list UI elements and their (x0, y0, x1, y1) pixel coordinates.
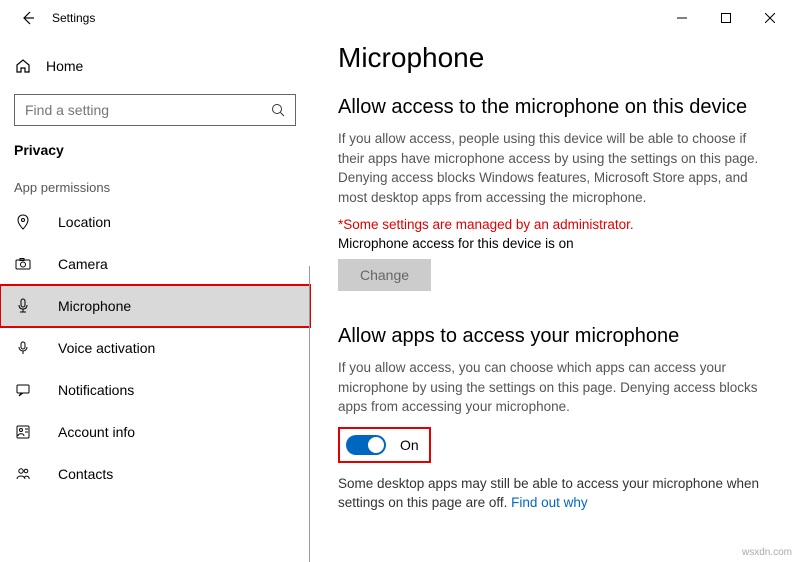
minimize-button[interactable] (660, 3, 704, 33)
maximize-button[interactable] (704, 3, 748, 33)
window-title: Settings (52, 11, 95, 25)
section-heading-apps-access: Allow apps to access your microphone (338, 325, 772, 348)
sidebar-item-location[interactable]: Location (0, 201, 310, 243)
microphone-icon (14, 298, 32, 314)
sidebar-item-label: Account info (58, 424, 135, 440)
search-input-wrap[interactable] (14, 94, 296, 126)
page-title: Microphone (338, 42, 772, 74)
sidebar-item-account-info[interactable]: Account info (0, 411, 310, 453)
sidebar-item-home[interactable]: Home (0, 48, 310, 84)
search-icon (271, 103, 285, 117)
change-button[interactable]: Change (338, 259, 431, 291)
home-icon (14, 58, 32, 74)
toggle-knob (368, 437, 384, 453)
camera-icon (14, 256, 32, 272)
contacts-icon (14, 466, 32, 482)
sidebar-category-label: Privacy (0, 138, 310, 162)
voice-icon (14, 340, 32, 356)
sidebar-item-camera[interactable]: Camera (0, 243, 310, 285)
apps-access-toggle[interactable] (346, 435, 386, 455)
watermark: wsxdn.com (742, 547, 792, 558)
sidebar-item-label: Voice activation (58, 340, 155, 356)
sidebar-item-label: Location (58, 214, 111, 230)
notifications-icon (14, 382, 32, 398)
sidebar-item-contacts[interactable]: Contacts (0, 453, 310, 495)
sidebar-divider (309, 266, 310, 562)
search-input[interactable] (25, 102, 271, 118)
find-out-why-link[interactable]: Find out why (511, 495, 588, 510)
toggle-state-label: On (400, 437, 419, 453)
sidebar-item-microphone[interactable]: Microphone (0, 285, 310, 327)
section-heading-device-access: Allow access to the microphone on this d… (338, 96, 772, 119)
location-icon (14, 214, 32, 230)
sidebar-item-label: Home (46, 58, 83, 74)
section-desc-device-access: If you allow access, people using this d… (338, 129, 768, 207)
footnote: Some desktop apps may still be able to a… (338, 475, 768, 513)
device-access-status: Microphone access for this device is on (338, 236, 772, 251)
sidebar-item-voice-activation[interactable]: Voice activation (0, 327, 310, 369)
sidebar-item-label: Camera (58, 256, 108, 272)
account-icon (14, 424, 32, 440)
sidebar-item-label: Contacts (58, 466, 113, 482)
sidebar-item-label: Microphone (58, 298, 131, 314)
apps-access-toggle-wrap: On (338, 427, 431, 463)
admin-warning: *Some settings are managed by an adminis… (338, 217, 772, 232)
back-button[interactable] (16, 6, 40, 30)
close-button[interactable] (748, 3, 792, 33)
section-desc-apps-access: If you allow access, you can choose whic… (338, 358, 768, 417)
sidebar-item-label: Notifications (58, 382, 134, 398)
sidebar-item-notifications[interactable]: Notifications (0, 369, 310, 411)
sidebar-group-label: App permissions (0, 162, 310, 201)
